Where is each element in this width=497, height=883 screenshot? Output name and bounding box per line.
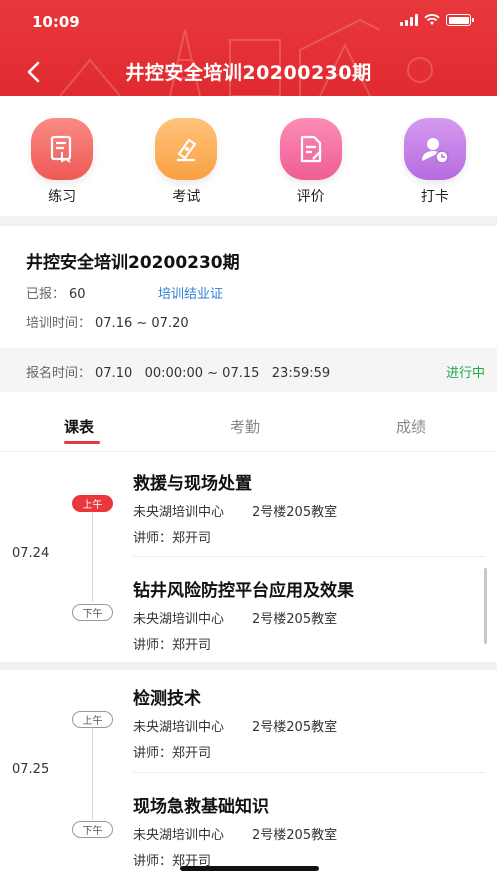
battery-icon xyxy=(446,14,474,26)
registration-bar: 报名时间： 07.10 00:00:00 ~ 07.15 23:59:59 进行中 xyxy=(0,348,497,392)
header-bar: 10:09 井控安全培训20200230期 xyxy=(0,0,497,96)
feature-practice[interactable]: 练习 xyxy=(0,96,124,216)
period-badge-pm: 下午 xyxy=(72,821,113,838)
status-bar: 10:09 xyxy=(0,0,497,44)
session-title: 救援与现场处置 xyxy=(133,474,252,494)
registration-value: 07.10 00:00:00 ~ 07.15 23:59:59 xyxy=(95,366,331,381)
app-screen: 10:09 井控安全培训20200230期 练习 考试 评价 打卡 井控安全培训… xyxy=(0,0,497,883)
feature-label: 打卡 xyxy=(420,189,449,205)
session-location: 未央湖培训中心 2号楼205教室 xyxy=(133,608,485,627)
status-time: 10:09 xyxy=(32,13,80,31)
tab-bar: 课表 考勤 成绩 xyxy=(0,404,497,452)
tab-schedule[interactable]: 课表 xyxy=(64,416,94,437)
status-icons xyxy=(400,14,474,26)
feature-exam[interactable]: 考试 xyxy=(124,96,248,216)
scrollbar[interactable] xyxy=(484,568,487,644)
session-title: 检测技术 xyxy=(133,689,201,709)
period-badge-pm: 下午 xyxy=(72,604,113,621)
feature-label: 练习 xyxy=(48,189,77,205)
day-date: 07.24 xyxy=(12,546,50,561)
session-venue: 未央湖培训中心 xyxy=(133,720,225,735)
feature-checkin[interactable]: 打卡 xyxy=(373,96,497,216)
session-teacher: 讲师：郑开司 xyxy=(133,638,212,653)
period-badge-am: 上午 xyxy=(72,495,113,512)
page-title: 井控安全培训20200230期 xyxy=(125,62,372,84)
tab-attendance[interactable]: 考勤 xyxy=(230,416,260,437)
session-title: 现场急救基础知识 xyxy=(133,797,269,817)
training-time-value: 07.16 ~ 07.20 xyxy=(95,316,189,331)
training-time-label: 培训时间： xyxy=(26,316,92,331)
course-info-card: 井控安全培训20200230期 已报： 60 培训结业证 培训时间： 07.16 ~… xyxy=(0,226,497,404)
session-title: 钻井风险防控平台应用及效果 xyxy=(133,581,354,601)
session-room: 2号楼205教室 xyxy=(252,612,338,627)
session-venue: 未央湖培训中心 xyxy=(133,828,225,843)
session-item[interactable]: 现场急救基础知识 未央湖培训中心 2号楼205教室 讲师：郑开司 xyxy=(133,792,485,869)
session-item[interactable]: 检测技术 未央湖培训中心 2号楼205教室 讲师：郑开司 xyxy=(133,684,485,761)
registration-time: 报名时间： 07.10 00:00:00 ~ 07.15 23:59:59 xyxy=(26,362,330,381)
training-time: 培训时间： 07.16 ~ 07.20 xyxy=(26,312,189,331)
timeline-line xyxy=(92,510,93,602)
session-location: 未央湖培训中心 2号楼205教室 xyxy=(133,501,485,520)
session-venue: 未央湖培训中心 xyxy=(133,505,225,520)
tab-scores[interactable]: 成绩 xyxy=(396,416,426,437)
enrolled-label: 已报： xyxy=(26,287,66,302)
session-item[interactable]: 钻井风险防控平台应用及效果 未央湖培训中心 2号楼205教室 讲师：郑开司 xyxy=(133,576,485,653)
enrolled-value: 60 xyxy=(69,287,86,302)
back-arrow-icon[interactable] xyxy=(22,58,46,86)
session-room: 2号楼205教室 xyxy=(252,828,338,843)
enrolled-count: 已报： 60 xyxy=(26,283,86,302)
feature-label: 考试 xyxy=(172,189,201,205)
session-teacher: 讲师：郑开司 xyxy=(133,531,212,546)
wifi-icon xyxy=(424,14,440,25)
day-date: 07.25 xyxy=(12,762,50,777)
feature-label: 评价 xyxy=(296,189,325,205)
session-room: 2号楼205教室 xyxy=(252,720,338,735)
review-doc-icon xyxy=(279,118,342,180)
session-location: 未央湖培训中心 2号楼205教室 xyxy=(133,716,485,735)
period-badge-am: 上午 xyxy=(72,711,113,728)
cellular-signal-icon xyxy=(400,14,418,26)
active-tab-indicator xyxy=(64,441,100,444)
session-location: 未央湖培训中心 2号楼205教室 xyxy=(133,824,485,843)
timeline-line xyxy=(92,728,93,820)
session-item[interactable]: 救援与现场处置 未央湖培训中心 2号楼205教室 讲师：郑开司 xyxy=(133,469,485,546)
session-teacher: 讲师：郑开司 xyxy=(133,746,212,761)
session-divider xyxy=(133,772,485,773)
feature-review[interactable]: 评价 xyxy=(249,96,373,216)
session-venue: 未央湖培训中心 xyxy=(133,612,225,627)
registration-label: 报名时间： xyxy=(26,366,92,381)
checkin-user-clock-icon xyxy=(403,118,466,180)
session-divider xyxy=(133,556,485,557)
practice-icon xyxy=(31,118,94,180)
feature-grid: 练习 考试 评价 打卡 xyxy=(0,96,497,216)
certificate-link[interactable]: 培训结业证 xyxy=(158,283,223,302)
schedule-day: 07.24 上午 下午 救援与现场处置 未央湖培训中心 2号楼205教室 讲师：… xyxy=(0,452,497,662)
schedule-day: 07.25 上午 下午 检测技术 未央湖培训中心 2号楼205教室 讲师：郑开司… xyxy=(0,670,497,883)
home-indicator[interactable] xyxy=(180,866,319,871)
exam-pen-icon xyxy=(155,118,218,180)
session-room: 2号楼205教室 xyxy=(252,505,338,520)
course-title: 井控安全培训20200230期 xyxy=(26,253,240,273)
status-badge: 进行中 xyxy=(445,366,485,381)
